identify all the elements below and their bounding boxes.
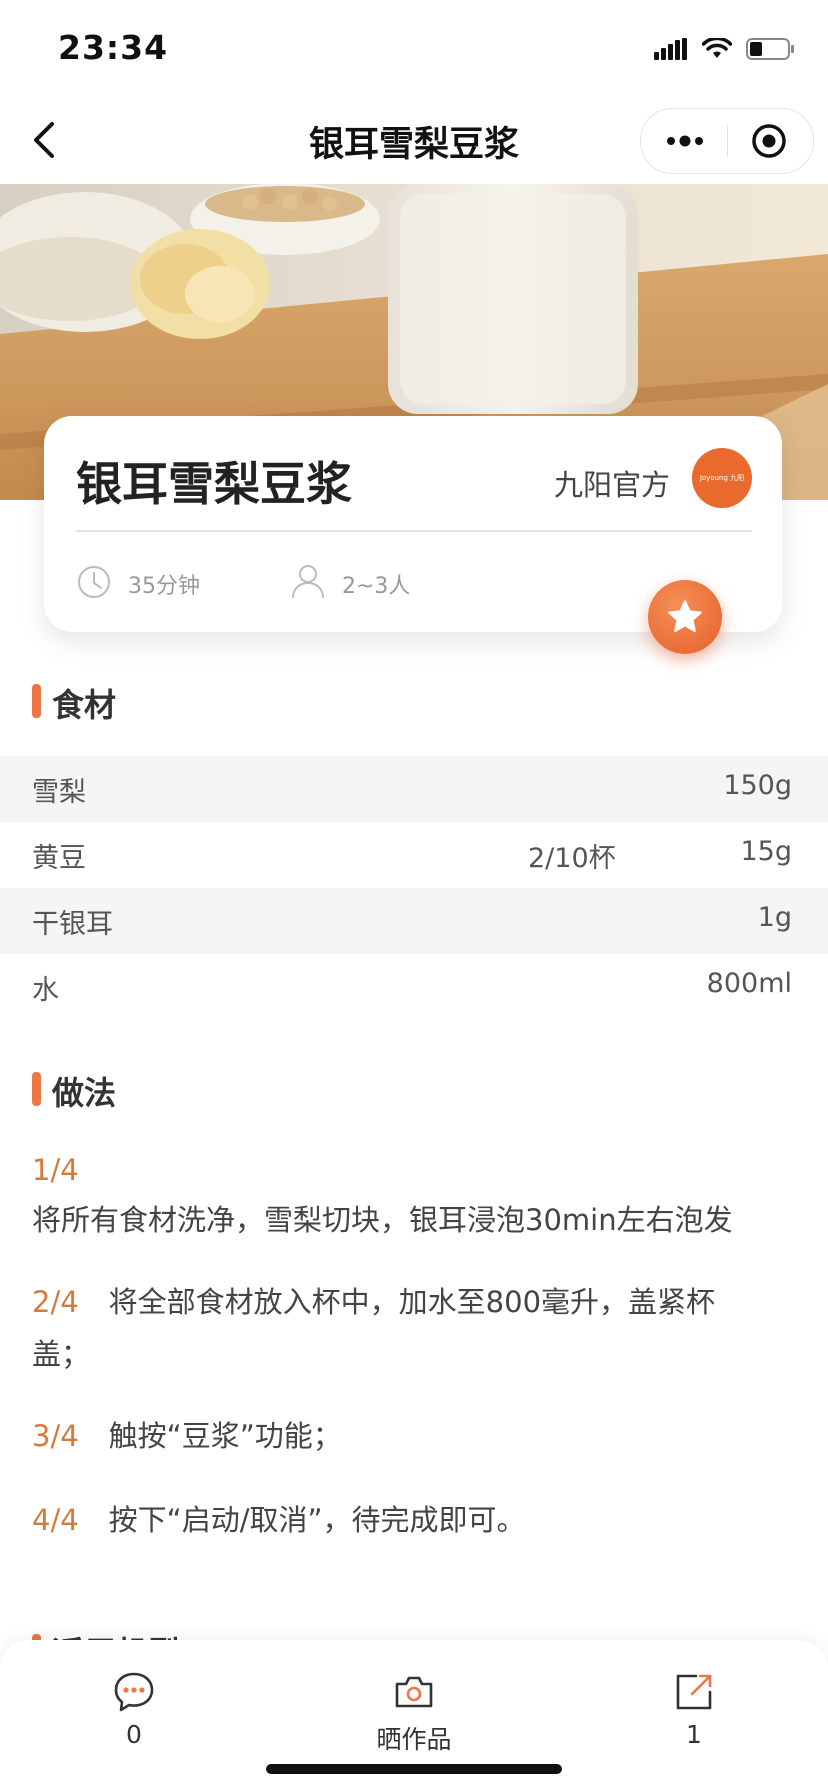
- step-item: 4/4 按下“启动/取消”，待完成即可。: [32, 1494, 772, 1546]
- share-count: 1: [686, 1720, 702, 1749]
- ingredient-name: 水: [32, 975, 59, 1006]
- comment-icon: [114, 1672, 154, 1712]
- comments-button[interactable]: 0: [54, 1670, 214, 1749]
- ingredient-name: 干银耳: [32, 909, 113, 940]
- home-indicator: [266, 1764, 562, 1774]
- avatar-logo-text: Joyoung 九阳: [699, 474, 745, 482]
- section-marker: [32, 684, 41, 718]
- capsule-divider: [727, 125, 728, 157]
- ingredient-amount: 1g: [757, 902, 792, 933]
- ingredient-amount: 15g: [740, 836, 793, 867]
- favorite-button[interactable]: [648, 580, 722, 654]
- battery-icon: [746, 38, 794, 60]
- ingredients-heading: 食材: [52, 686, 117, 724]
- ingredient-row: 干银耳 1g: [0, 888, 828, 954]
- status-time: 23:34: [58, 28, 169, 67]
- ingredient-name: 黄豆: [32, 843, 86, 874]
- servings: 2~3人: [342, 574, 411, 599]
- step-text: 将全部食材放入杯中，加水至800毫升，盖紧杯盖；: [32, 1285, 716, 1371]
- people-icon: [292, 565, 324, 599]
- step-item: 3/4 触按“豆浆”功能；: [32, 1410, 772, 1462]
- method-heading: 做法: [52, 1074, 117, 1112]
- comments-count: 0: [126, 1720, 142, 1749]
- author-avatar[interactable]: Joyoung 九阳: [692, 448, 752, 508]
- status-icons: [654, 34, 796, 64]
- share-icon: [676, 1674, 712, 1710]
- share-button[interactable]: 1: [614, 1670, 774, 1749]
- ingredient-row: 水 800ml: [0, 954, 828, 1020]
- step-number: 2/4: [32, 1285, 79, 1319]
- step-text: 按下“启动/取消”，待完成即可。: [108, 1503, 526, 1537]
- ingredient-row: 黄豆 2/10杯 15g: [0, 822, 828, 888]
- section-marker: [32, 1072, 41, 1106]
- wifi-icon: [702, 38, 732, 58]
- close-miniprogram-icon[interactable]: [751, 123, 787, 159]
- step-text: 触按“豆浆”功能；: [108, 1419, 342, 1453]
- mini-program-capsule: [640, 108, 814, 174]
- ingredient-amount: 150g: [723, 770, 792, 801]
- step-text: 将所有食材洗净，雪梨切块，银耳浸泡30min左右泡发: [32, 1203, 733, 1237]
- camera-icon: [395, 1676, 433, 1708]
- star-icon: [668, 600, 702, 632]
- clock-icon: [78, 566, 110, 598]
- more-icon[interactable]: [665, 129, 705, 153]
- post-work-label: 晒作品: [376, 1725, 452, 1754]
- signal-icon: [654, 38, 687, 60]
- step-item: 2/4 将全部食材放入杯中，加水至800毫升，盖紧杯盖；: [32, 1276, 772, 1380]
- cook-duration: 35分钟: [128, 574, 200, 599]
- card-divider: [76, 530, 752, 532]
- ingredient-cup-measure: 2/10杯: [528, 843, 616, 874]
- recipe-title: 银耳雪梨豆浆: [76, 457, 352, 511]
- ingredient-row: 雪梨 150g: [0, 756, 828, 822]
- author-name[interactable]: 九阳官方: [554, 462, 670, 504]
- ingredient-amount: 800ml: [706, 968, 792, 999]
- step-number: 4/4: [32, 1503, 79, 1537]
- step-number: 3/4: [32, 1419, 79, 1453]
- step-item: 1/4 将所有食材洗净，雪梨切块，银耳浸泡30min左右泡发: [32, 1146, 772, 1246]
- step-number: 1/4: [32, 1153, 79, 1187]
- post-work-button[interactable]: 晒作品: [334, 1670, 494, 1756]
- ingredient-name: 雪梨: [32, 777, 86, 808]
